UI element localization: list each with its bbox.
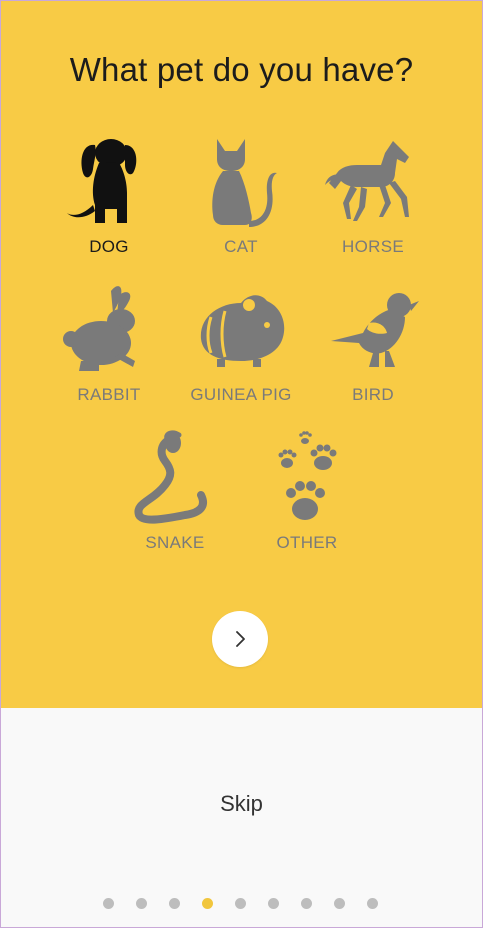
page-dot [301, 898, 312, 909]
rabbit-icon [63, 286, 135, 371]
skip-button[interactable]: Skip [1, 791, 482, 817]
pet-label: GUINEA PIG [190, 385, 292, 404]
page-dot [334, 898, 345, 909]
page-dot [103, 898, 114, 909]
pet-option-guinea-pig[interactable]: GUINEA PIG [171, 281, 311, 421]
bird-icon [331, 293, 419, 367]
dog-icon [67, 139, 137, 223]
horse-icon [325, 141, 409, 221]
chevron-right-icon [236, 631, 245, 647]
pet-option-bird[interactable]: BIRD [303, 281, 443, 421]
page-dot [367, 898, 378, 909]
page-dot-active [202, 898, 213, 909]
onboarding-screen: What pet do you have? DOG CAT HORSE RABB… [0, 0, 483, 928]
pet-label: BIRD [352, 385, 394, 404]
page-dot [136, 898, 147, 909]
page-title: What pet do you have? [69, 51, 414, 88]
pet-option-other[interactable]: OTHER [237, 429, 377, 569]
pet-option-dog[interactable]: DOG [39, 133, 179, 273]
pet-option-snake[interactable]: SNAKE [105, 429, 245, 569]
page-dot [235, 898, 246, 909]
cat-icon [212, 139, 277, 227]
next-button[interactable] [212, 611, 268, 667]
snake-icon [134, 430, 207, 524]
page-dot [268, 898, 279, 909]
pagination-dots [1, 898, 482, 910]
pet-label: CAT [224, 237, 258, 256]
pet-label: RABBIT [77, 385, 141, 404]
pet-label: SNAKE [145, 533, 205, 552]
pet-label: DOG [89, 237, 129, 256]
pet-label: HORSE [342, 237, 404, 256]
paw-prints-icon [278, 431, 337, 520]
pet-option-cat[interactable]: CAT [171, 133, 311, 273]
pet-label: OTHER [276, 533, 338, 552]
pet-option-rabbit[interactable]: RABBIT [39, 281, 179, 421]
page-dot [169, 898, 180, 909]
pet-option-horse[interactable]: HORSE [303, 133, 443, 273]
guinea-pig-icon [200, 295, 285, 367]
pet-selection-panel: What pet do you have? DOG CAT HORSE RABB… [1, 1, 482, 708]
